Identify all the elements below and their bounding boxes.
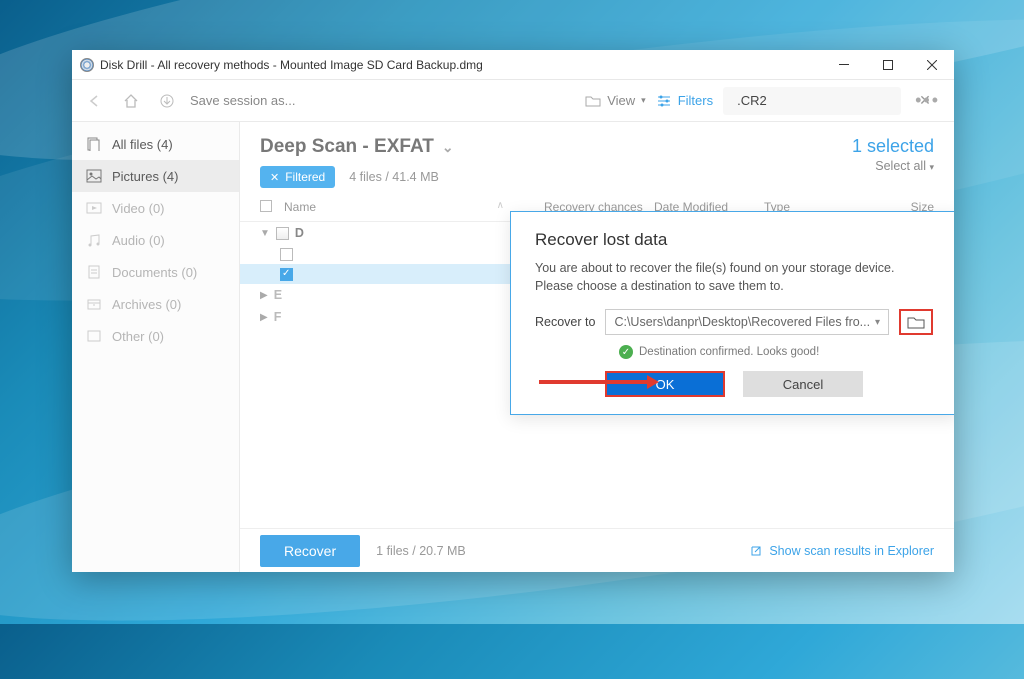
sidebar-item-archives[interactable]: Archives (0) <box>72 288 239 320</box>
sidebar-item-other[interactable]: Other (0) <box>72 320 239 352</box>
dialog-body: You are about to recover the file(s) fou… <box>535 260 933 295</box>
sidebar-item-documents[interactable]: Documents (0) <box>72 256 239 288</box>
chevron-down-icon: ⌄ <box>442 139 454 156</box>
maximize-button[interactable] <box>866 50 910 80</box>
selected-count: 1 selected <box>852 136 934 157</box>
titlebar: Disk Drill - All recovery methods - Moun… <box>72 50 954 80</box>
save-session-label[interactable]: Save session as... <box>190 93 296 108</box>
external-icon <box>749 544 763 558</box>
file-count: 4 files / 41.4 MB <box>349 170 439 184</box>
group-checkbox[interactable] <box>276 227 289 240</box>
sidebar-item-pictures[interactable]: Pictures (4) <box>72 160 239 192</box>
footer: Recover 1 files / 20.7 MB Show scan resu… <box>240 528 954 572</box>
header-checkbox[interactable] <box>260 200 272 212</box>
search-input[interactable] <box>737 93 913 108</box>
annotation-arrow <box>539 380 649 384</box>
toolbar: Save session as... View ▾ Filters ✕ ••• <box>72 80 954 122</box>
dialog-title: Recover lost data <box>535 230 933 250</box>
sidebar-item-all[interactable]: All files (4) <box>72 128 239 160</box>
filtered-tag[interactable]: ✕ Filtered <box>260 166 335 188</box>
col-name[interactable]: Name <box>284 200 497 215</box>
row-checkbox[interactable] <box>280 268 293 281</box>
pictures-icon <box>86 169 102 183</box>
app-icon <box>80 58 94 72</box>
collapse-icon: ▼ <box>260 228 270 239</box>
back-button[interactable] <box>82 88 108 114</box>
close-button[interactable] <box>910 50 954 80</box>
files-icon <box>86 137 102 151</box>
destination-status: ✓ Destination confirmed. Looks good! <box>619 345 933 359</box>
check-icon: ✓ <box>619 345 633 359</box>
browse-folder-button[interactable] <box>899 309 933 335</box>
home-button[interactable] <box>118 88 144 114</box>
app-window: Disk Drill - All recovery methods - Moun… <box>72 50 954 572</box>
folder-icon <box>907 315 925 329</box>
minimize-button[interactable] <box>822 50 866 80</box>
sidebar: All files (4) Pictures (4) Video (0) Aud… <box>72 122 240 572</box>
window-title: Disk Drill - All recovery methods - Moun… <box>100 58 483 72</box>
cancel-button[interactable]: Cancel <box>743 371 863 397</box>
row-checkbox[interactable] <box>280 248 293 261</box>
view-dropdown[interactable]: View ▾ <box>585 93 645 108</box>
main-panel: Deep Scan - EXFAT ⌄ ✕ Filtered 4 files /… <box>240 122 954 572</box>
expand-icon: ▶ <box>260 290 268 301</box>
footer-info: 1 files / 20.7 MB <box>376 544 466 558</box>
recover-button[interactable]: Recover <box>260 535 360 567</box>
save-session-icon[interactable] <box>154 88 180 114</box>
recover-to-label: Recover to <box>535 315 595 329</box>
more-menu[interactable]: ••• <box>911 90 944 111</box>
sidebar-item-audio[interactable]: Audio (0) <box>72 224 239 256</box>
chevron-down-icon: ▾ <box>929 162 934 172</box>
sliders-icon <box>656 94 672 108</box>
other-icon <box>86 329 102 343</box>
search-box[interactable]: ✕ <box>723 87 901 115</box>
chevron-down-icon: ▾ <box>875 317 880 328</box>
archive-icon <box>86 297 102 311</box>
destination-select[interactable]: C:\Users\danpr\Desktop\Recovered Files f… <box>605 309 889 335</box>
close-icon: ✕ <box>270 171 279 184</box>
select-all[interactable]: Select all ▾ <box>852 159 934 173</box>
audio-icon <box>86 233 102 247</box>
video-icon <box>86 201 102 215</box>
document-icon <box>86 265 102 279</box>
folder-icon <box>585 94 601 108</box>
ok-button[interactable]: OK <box>605 371 725 397</box>
expand-icon: ▶ <box>260 312 268 323</box>
scan-title[interactable]: Deep Scan - EXFAT ⌄ <box>260 136 852 158</box>
filters-button[interactable]: Filters <box>656 93 713 108</box>
show-in-explorer[interactable]: Show scan results in Explorer <box>749 544 934 558</box>
recover-dialog: Recover lost data You are about to recov… <box>510 211 954 415</box>
chevron-down-icon: ▾ <box>641 95 646 106</box>
sidebar-item-video[interactable]: Video (0) <box>72 192 239 224</box>
sort-icon: ∧ <box>497 200 504 215</box>
